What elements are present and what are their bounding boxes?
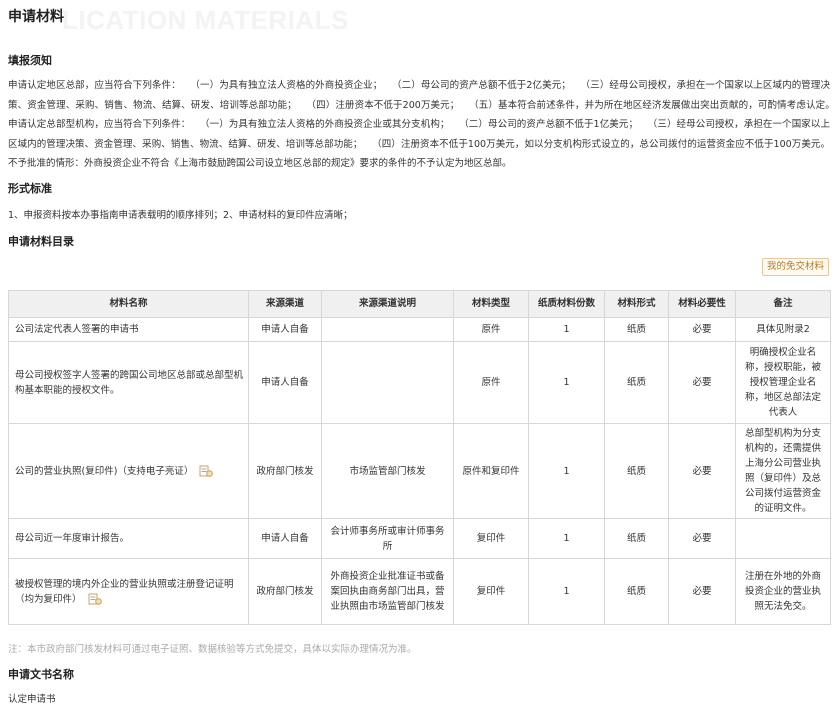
instructions-text: 申请认定地区总部，应当符合下列条件： （一）为具有独立法人资格的外商投资企业； … (8, 80, 837, 169)
footnote: 注：本市政府部门核发材料可通过电子证照、数据核验等方式免提交，具体以实际办理情况… (8, 644, 417, 655)
count-cell: 1 (528, 341, 605, 424)
form-cell: 纸质 (604, 317, 669, 342)
material-name-cell: 被授权管理的境内外企业的营业执照或注册登记证明（均为复印件） (8, 558, 249, 625)
form-cell: 纸质 (604, 423, 669, 519)
form-cell: 纸质 (604, 518, 669, 559)
type-cell: 复印件 (453, 558, 529, 625)
count-cell: 1 (528, 518, 605, 559)
type-cell: 复印件 (453, 518, 529, 559)
source-cell: 申请人自备 (248, 317, 322, 342)
col-header: 备注 (735, 290, 831, 318)
my-exempt-materials-button[interactable]: 我的免交材料 (761, 258, 829, 276)
format-heading: 形式标准 (8, 182, 52, 195)
required-cell: 必要 (668, 558, 736, 625)
material-name: 母公司授权签字人签署的跨国公司地区总部或总部型机构基本职能的授权文件。 (8, 341, 249, 424)
required-cell: 必要 (668, 518, 736, 559)
source-desc-cell: 市场监管部门核发 (321, 423, 454, 519)
col-header: 来源渠道说明 (321, 290, 454, 318)
source-cell: 申请人自备 (248, 518, 322, 559)
col-header: 材料名称 (8, 290, 249, 318)
table-row: 公司法定代表人签署的申请书 申请人自备 原件 1 纸质 必要 具体见附录2 (8, 317, 831, 342)
table-row: 被授权管理的境内外企业的营业执照或注册登记证明（均为复印件） 政府部门核发 外商… (8, 558, 831, 625)
col-header: 材料形式 (604, 290, 669, 318)
source-desc-cell (321, 341, 454, 424)
material-name: 母公司近一年度审计报告。 (8, 518, 249, 559)
material-name: 公司的营业执照(复印件)（支持电子亮证） (15, 465, 194, 477)
table-header-row: 材料名称 来源渠道 来源渠道说明 材料类型 纸质材料份数 材料形式 材料必要性 … (8, 290, 831, 318)
col-header: 纸质材料份数 (528, 290, 605, 318)
note-cell: 注册在外地的外商投资企业的营业执照无法免交。 (735, 558, 831, 625)
required-cell: 必要 (668, 341, 736, 424)
form-cell: 纸质 (604, 341, 669, 424)
table-row: 公司的营业执照(复印件)（支持电子亮证） 政府部门核发 市场监管部门核发 原件和… (8, 423, 831, 519)
source-cell: 政府部门核发 (248, 423, 322, 519)
material-name-cell: 公司的营业执照(复印件)（支持电子亮证） (8, 423, 249, 519)
document-icon[interactable] (88, 593, 102, 605)
note-cell: 明确授权企业名称，授权职能，被授权管理企业名称，地区总部法定代表人 (735, 341, 831, 424)
source-cell: 政府部门核发 (248, 558, 322, 625)
table-row: 母公司近一年度审计报告。 申请人自备 会计师事务所或审计师事务所 复印件 1 纸… (8, 518, 831, 559)
document-icon[interactable] (199, 465, 214, 477)
material-name: 被授权管理的境内外企业的营业执照或注册登记证明（均为复印件） (15, 578, 234, 605)
type-cell: 原件和复印件 (453, 423, 529, 519)
col-header: 材料类型 (453, 290, 529, 318)
type-cell: 原件 (453, 341, 529, 424)
type-cell: 原件 (453, 317, 529, 342)
page-title: 申请材料 (8, 9, 64, 25)
source-desc-cell (321, 317, 454, 342)
note-cell (735, 518, 831, 559)
table-row: 母公司授权签字人签署的跨国公司地区总部或总部型机构基本职能的授权文件。 申请人自… (8, 341, 831, 424)
format-text: 1、申报资料按本办事指南申请表载明的顺序排列；2、申请材料的复印件应清晰； (8, 210, 353, 221)
material-name: 公司法定代表人签署的申请书 (8, 317, 249, 342)
required-cell: 必要 (668, 317, 736, 342)
source-desc-cell: 会计师事务所或审计师事务所 (321, 518, 454, 559)
docname-heading: 申请文书名称 (8, 668, 74, 681)
note-cell: 具体见附录2 (735, 317, 831, 342)
docname-value: 认定申请书 (8, 694, 56, 705)
source-desc-cell: 外商投资企业批准证书或备案回执由商务部门出具，营业执照由市场监管部门核发 (321, 558, 454, 625)
title-watermark: LICATION MATERIALS (62, 5, 349, 35)
col-header: 来源渠道 (248, 290, 322, 318)
col-header: 材料必要性 (668, 290, 736, 318)
source-cell: 申请人自备 (248, 341, 322, 424)
count-cell: 1 (528, 317, 605, 342)
instructions-heading: 填报须知 (8, 54, 52, 67)
form-cell: 纸质 (604, 558, 669, 625)
materials-table: 材料名称 来源渠道 来源渠道说明 材料类型 纸质材料份数 材料形式 材料必要性 … (8, 290, 831, 625)
required-cell: 必要 (668, 423, 736, 519)
count-cell: 1 (528, 558, 605, 625)
catalog-heading: 申请材料目录 (8, 235, 74, 248)
note-cell: 总部型机构为分支机构的，还需提供上海分公司营业执照（复印件）及总公司拨付运营资金… (735, 423, 831, 519)
count-cell: 1 (528, 423, 605, 519)
